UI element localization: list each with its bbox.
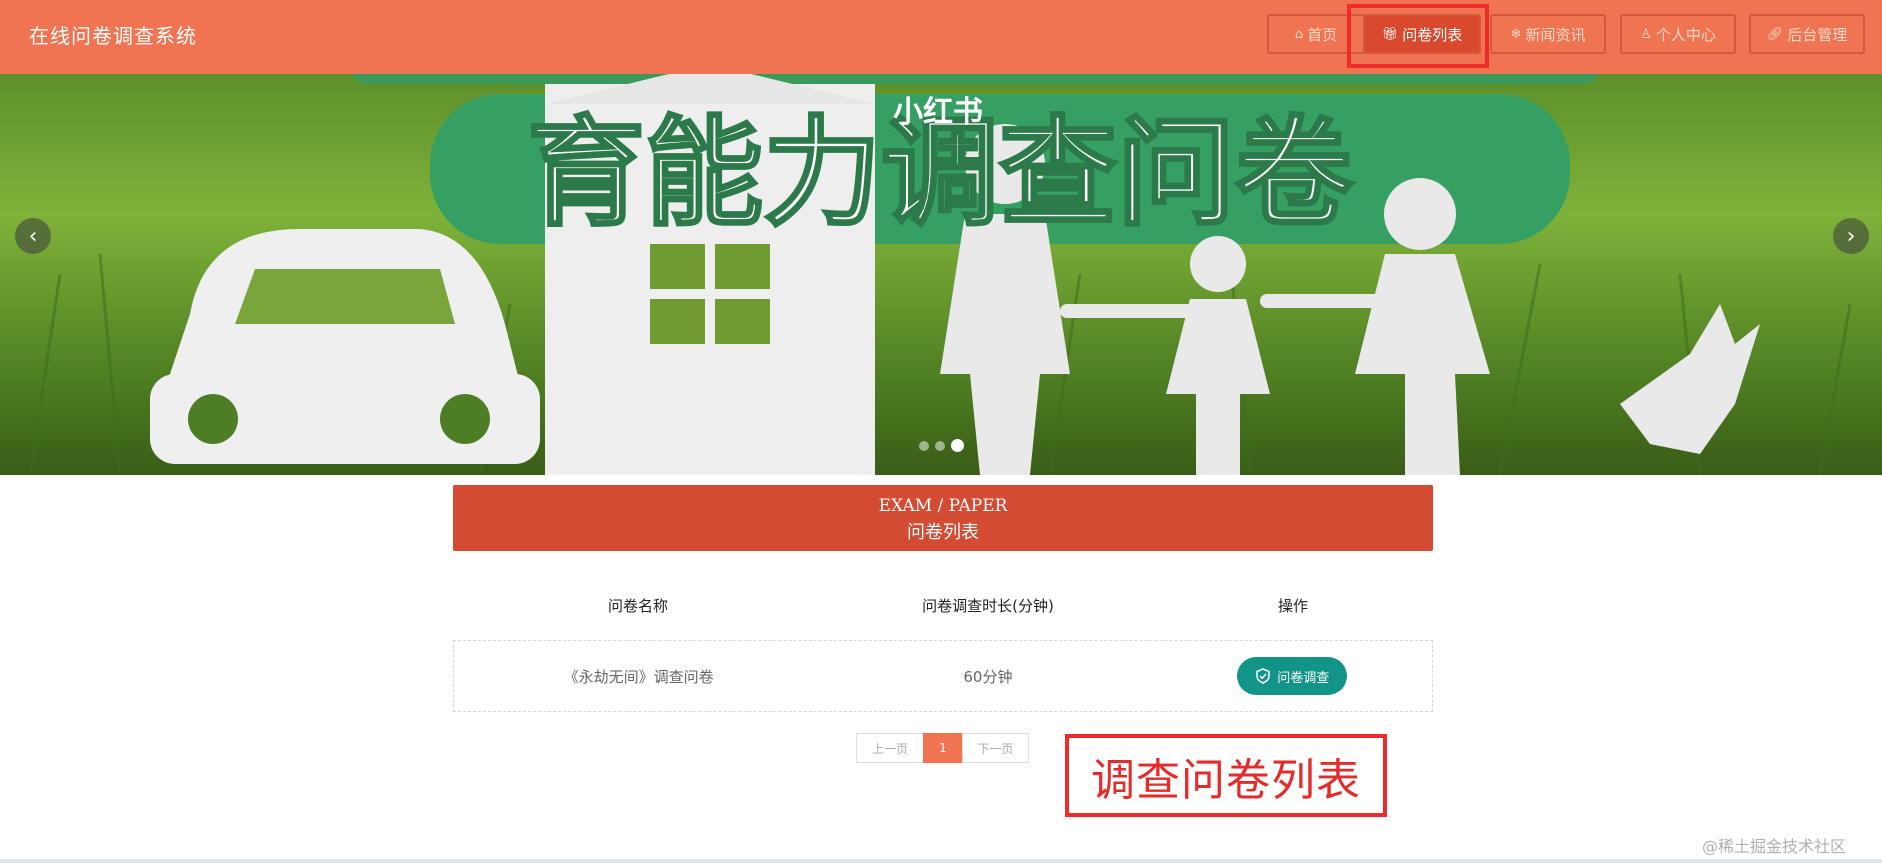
nav-home[interactable]: ⌂ 首页 <box>1267 14 1365 54</box>
chevron-left-icon: ‹ <box>28 223 38 249</box>
column-header-action: 操作 <box>1277 596 1308 615</box>
banner-carousel[interactable]: 育能力调查问卷 小红书 ‹ › <box>0 74 1882 475</box>
home-icon: ⌂ <box>1294 26 1304 42</box>
user-icon: ♙ <box>1640 26 1652 42</box>
annotation-label: 调查问卷列表 <box>1065 734 1387 817</box>
carousel-dot-2[interactable] <box>935 441 945 451</box>
nav-profile[interactable]: ♙ 个人中心 <box>1620 14 1736 54</box>
column-header-name: 问卷名称 <box>607 596 668 615</box>
nav-admin[interactable]: 🔗︎ 后台管理 <box>1749 14 1865 54</box>
link-icon: 🔗︎ <box>1766 26 1784 42</box>
bottom-strip <box>0 859 1882 863</box>
carousel-indicators <box>919 439 964 452</box>
nav-news-label: 新闻资讯 <box>1525 25 1586 44</box>
top-navbar: 在线问卷调查系统 ⌂ 首页 🎁︎ 问卷列表 ❄ 新闻资讯 ♙ 个人中心 🔗︎ 后… <box>0 0 1882 74</box>
nav-survey-list-label: 问卷列表 <box>1402 25 1463 44</box>
nav-survey-list[interactable]: 🎁︎ 问卷列表 <box>1363 14 1481 54</box>
banner-image: 育能力调查问卷 小红书 <box>28 74 1852 475</box>
nav-news[interactable]: ❄ 新闻资讯 <box>1490 14 1606 54</box>
gift-icon: 🎁︎ <box>1381 26 1399 42</box>
survey-name-cell: 《永劫无间》调查问卷 <box>563 667 714 686</box>
column-header-duration: 问卷调查时长(分钟) <box>922 596 1054 615</box>
nav-admin-label: 后台管理 <box>1787 25 1848 44</box>
chevron-right-icon: › <box>1846 223 1856 249</box>
section-title-cn: 问卷列表 <box>907 522 979 543</box>
carousel-dot-1[interactable] <box>919 441 929 451</box>
nav-profile-label: 个人中心 <box>1655 25 1716 44</box>
banner-small-text: 小红书 <box>893 95 983 130</box>
carousel-prev-button[interactable]: ‹ <box>15 218 51 254</box>
carousel-next-button[interactable]: › <box>1833 218 1869 254</box>
snowflake-icon: ❄ <box>1510 26 1522 42</box>
table-row: 《永劫无间》调查问卷 60分钟 问卷调查 <box>453 640 1433 712</box>
survey-duration-cell: 60分钟 <box>963 667 1013 686</box>
pagination-page-1[interactable]: 1 <box>923 733 963 763</box>
nav-home-label: 首页 <box>1307 25 1338 44</box>
carousel-dot-3[interactable] <box>951 439 964 452</box>
shield-check-icon <box>1256 668 1271 684</box>
pagination-next[interactable]: 下一页 <box>962 733 1029 763</box>
section-header: EXAM / PAPER 问卷列表 <box>453 485 1433 551</box>
action-cell: 问卷调查 <box>1153 641 1432 711</box>
watermark: @稀土掘金技术社区 <box>1701 837 1846 856</box>
take-survey-label: 问卷调查 <box>1277 670 1330 686</box>
table-header: 问卷名称 问卷调查时长(分钟) 操作 <box>453 585 1433 625</box>
app-title[interactable]: 在线问卷调查系统 <box>29 20 197 49</box>
section-title-en: EXAM / PAPER <box>878 496 1008 516</box>
pagination-prev[interactable]: 上一页 <box>856 733 924 763</box>
take-survey-button[interactable]: 问卷调查 <box>1237 657 1348 695</box>
